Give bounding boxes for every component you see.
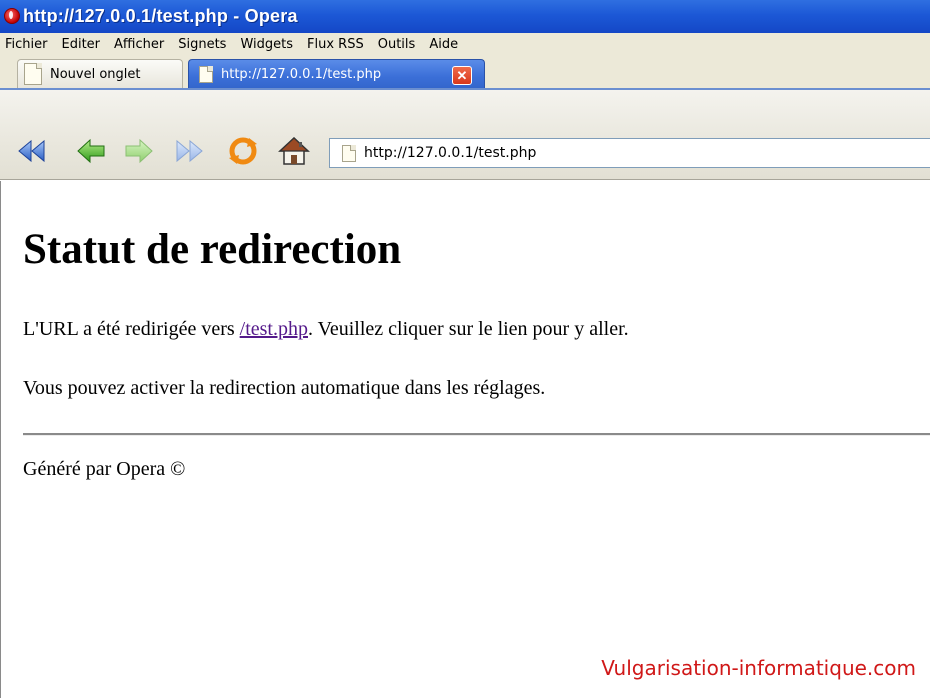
navigation-toolbar: http://127.0.0.1/test.php <box>0 90 930 180</box>
reload-button[interactable] <box>226 135 260 167</box>
home-button[interactable] <box>277 135 311 167</box>
page-icon <box>342 144 356 162</box>
menu-signets[interactable]: Signets <box>178 37 226 52</box>
page-icon <box>24 63 42 85</box>
back-button[interactable] <box>74 135 108 167</box>
menu-outils[interactable]: Outils <box>378 37 416 52</box>
menu-bar: Fichier Editer Afficher Signets Widgets … <box>0 33 930 55</box>
tab-test-php[interactable]: http://127.0.0.1/test.php ✕ <box>188 59 485 88</box>
rewind-icon <box>18 139 45 163</box>
opera-logo-icon <box>4 7 20 24</box>
footer-generated: Généré par Opera © <box>23 458 186 480</box>
tab-label: Nouvel onglet <box>50 66 141 82</box>
redirect-text-after: . Veuillez cliquer sur le lien pour y al… <box>308 318 629 340</box>
redirect-link[interactable]: /test.php <box>240 318 308 340</box>
reload-icon <box>229 137 257 165</box>
address-url[interactable]: http://127.0.0.1/test.php <box>364 145 536 161</box>
watermark: Vulgarisation-informatique.com <box>601 656 916 680</box>
address-bar[interactable]: http://127.0.0.1/test.php <box>329 138 930 168</box>
fast-forward-button[interactable] <box>173 135 207 167</box>
menu-widgets[interactable]: Widgets <box>240 37 293 52</box>
fast-forward-icon <box>176 139 203 163</box>
tab-bar: Nouvel onglet http://127.0.0.1/test.php … <box>0 55 930 90</box>
rewind-button[interactable] <box>14 135 48 167</box>
window-title: http://127.0.0.1/test.php - Opera <box>23 6 298 26</box>
menu-aide[interactable]: Aide <box>429 37 458 52</box>
page-heading: Statut de redirection <box>23 226 402 273</box>
home-icon <box>278 136 310 165</box>
menu-flux-rss[interactable]: Flux RSS <box>307 37 364 52</box>
close-tab-icon[interactable]: ✕ <box>452 66 472 85</box>
forward-button[interactable] <box>122 135 156 167</box>
tab-label: http://127.0.0.1/test.php <box>221 66 382 82</box>
page-content: Statut de redirection L'URL a été rediri… <box>0 181 930 698</box>
tab-nouvel-onglet[interactable]: Nouvel onglet <box>17 59 183 88</box>
redirect-text-before: L'URL a été redirigée vers <box>23 318 240 340</box>
forward-icon <box>125 138 153 164</box>
horizontal-rule <box>23 433 930 436</box>
menu-editer[interactable]: Editer <box>62 37 101 52</box>
page-icon <box>199 65 213 83</box>
menu-fichier[interactable]: Fichier <box>5 37 48 52</box>
back-icon <box>77 138 105 164</box>
menu-afficher[interactable]: Afficher <box>114 37 164 52</box>
settings-message: Vous pouvez activer la redirection autom… <box>23 377 546 399</box>
window-titlebar: http://127.0.0.1/test.php - Opera <box>0 0 930 33</box>
redirect-message: L'URL a été redirigée vers /test.php. Ve… <box>23 318 629 341</box>
